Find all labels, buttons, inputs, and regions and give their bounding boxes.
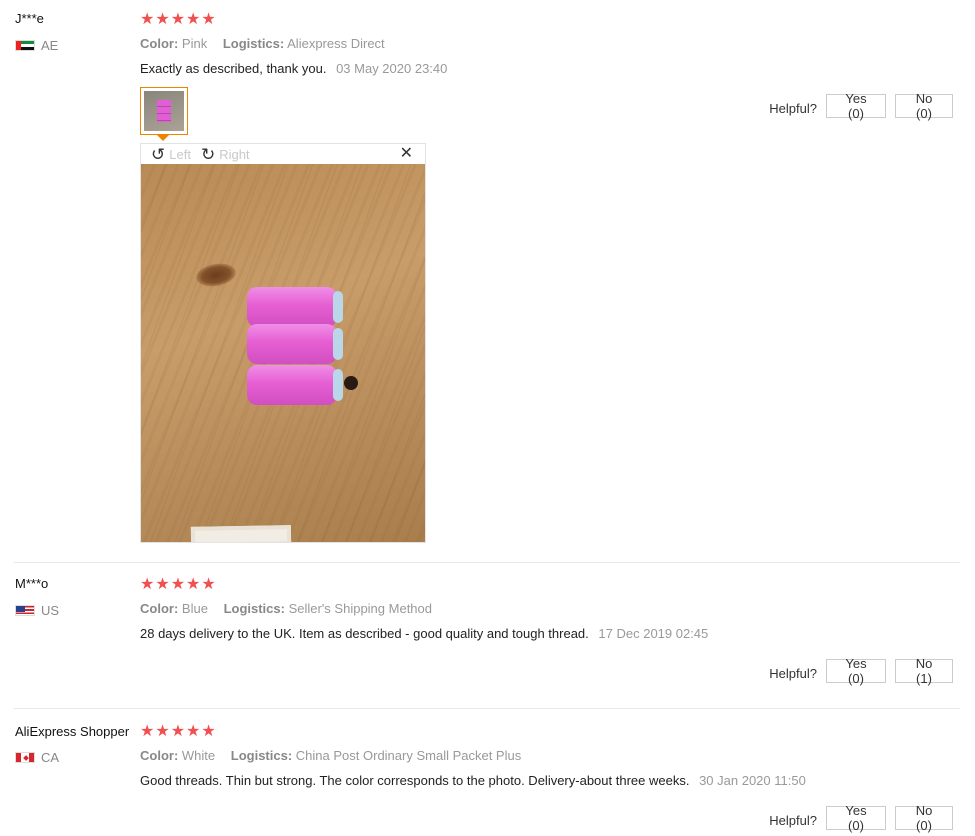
helpful-yes-button[interactable]: Yes (0) <box>826 656 886 686</box>
rotate-right-button[interactable]: Right <box>219 147 249 162</box>
helpful-label: Helpful? <box>769 100 817 116</box>
helpful-vote: Helpful? Yes (0) No (1) <box>769 656 953 686</box>
color-label: Color: <box>140 748 179 763</box>
color-value: Blue <box>181 601 208 616</box>
helpful-yes-button[interactable]: Yes (0) <box>826 803 886 833</box>
country-code: AE <box>41 38 59 53</box>
color-value: White <box>181 748 216 763</box>
reviewer-country: US <box>15 603 59 618</box>
flag-ca-icon <box>15 752 35 763</box>
star-rating: ★★★★★ <box>140 576 217 593</box>
reviewer-name: M***o <box>15 576 49 591</box>
review-date: 03 May 2020 23:40 <box>336 61 448 76</box>
country-code: CA <box>41 750 60 765</box>
review-text: Good threads. Thin but strong. The color… <box>140 773 690 788</box>
reviewer-country: CA <box>15 750 59 765</box>
logistics-label: Logistics: <box>230 748 293 763</box>
helpful-vote: Helpful? Yes (0) No (0) <box>769 91 953 121</box>
logistics-label: Logistics: <box>222 36 285 51</box>
review-content: Exactly as described, thank you. 03 May … <box>140 61 447 76</box>
thumbnail-image <box>144 91 184 131</box>
color-label: Color: <box>140 36 179 51</box>
helpful-label: Helpful? <box>769 812 817 828</box>
dark-bead <box>344 376 358 390</box>
review-meta: Color: White Logistics: China Post Ordin… <box>140 748 533 763</box>
review-meta: Color: Pink Logistics: Aliexpress Direct <box>140 36 397 51</box>
star-rating: ★★★★★ <box>140 723 217 740</box>
rotate-right-icon[interactable]: ↻ <box>201 146 215 163</box>
star-rating: ★★★★★ <box>140 11 217 28</box>
review-photo <box>141 164 425 542</box>
logistics-value: Seller's Shipping Method <box>288 601 432 616</box>
flag-ae-icon <box>15 40 35 51</box>
review-date: 17 Dec 2019 02:45 <box>598 626 709 641</box>
review-content: Good threads. Thin but strong. The color… <box>140 773 806 788</box>
helpful-no-button[interactable]: No (1) <box>895 656 953 686</box>
helpful-no-button[interactable]: No (0) <box>895 803 953 833</box>
helpful-label: Helpful? <box>769 665 817 681</box>
review-divider <box>14 562 960 563</box>
flag-us-icon <box>15 605 35 616</box>
thread-spool <box>247 365 343 405</box>
reviewer-country: AE <box>15 38 58 53</box>
review-divider <box>14 708 960 709</box>
reviewer-name: J***e <box>15 11 44 26</box>
helpful-vote: Helpful? Yes (0) No (0) <box>769 803 953 833</box>
logistics-value: Aliexpress Direct <box>287 36 385 51</box>
rotate-left-button[interactable]: Left <box>169 147 191 162</box>
review-content: 28 days delivery to the UK. Item as desc… <box>140 626 708 641</box>
rotate-left-icon[interactable]: ↺ <box>151 146 165 163</box>
thumbnail-pointer <box>157 135 169 141</box>
color-label: Color: <box>140 601 179 616</box>
helpful-yes-button[interactable]: Yes (0) <box>826 91 886 121</box>
review-text: 28 days delivery to the UK. Item as desc… <box>140 626 589 641</box>
color-value: Pink <box>181 36 208 51</box>
wood-knot <box>194 260 238 290</box>
viewer-toolbar: ↺ Left ↻ Right <box>141 144 425 164</box>
logistics-value: China Post Ordinary Small Packet Plus <box>295 748 522 763</box>
paper-card <box>190 525 292 542</box>
review-date: 30 Jan 2020 11:50 <box>699 773 806 788</box>
review-photo-thumbnail[interactable] <box>140 87 188 135</box>
reviewer-name: AliExpress Shopper <box>15 724 130 739</box>
thread-spool <box>247 324 343 364</box>
thread-spool <box>247 287 343 327</box>
country-code: US <box>41 603 60 618</box>
photo-viewer: ↺ Left ↻ Right ✕ <box>140 143 426 543</box>
helpful-no-button[interactable]: No (0) <box>895 91 953 121</box>
review-meta: Color: Blue Logistics: Seller's Shipping… <box>140 601 444 616</box>
close-icon[interactable]: ✕ <box>400 146 413 162</box>
logistics-label: Logistics: <box>223 601 285 616</box>
review-text: Exactly as described, thank you. <box>140 61 327 76</box>
